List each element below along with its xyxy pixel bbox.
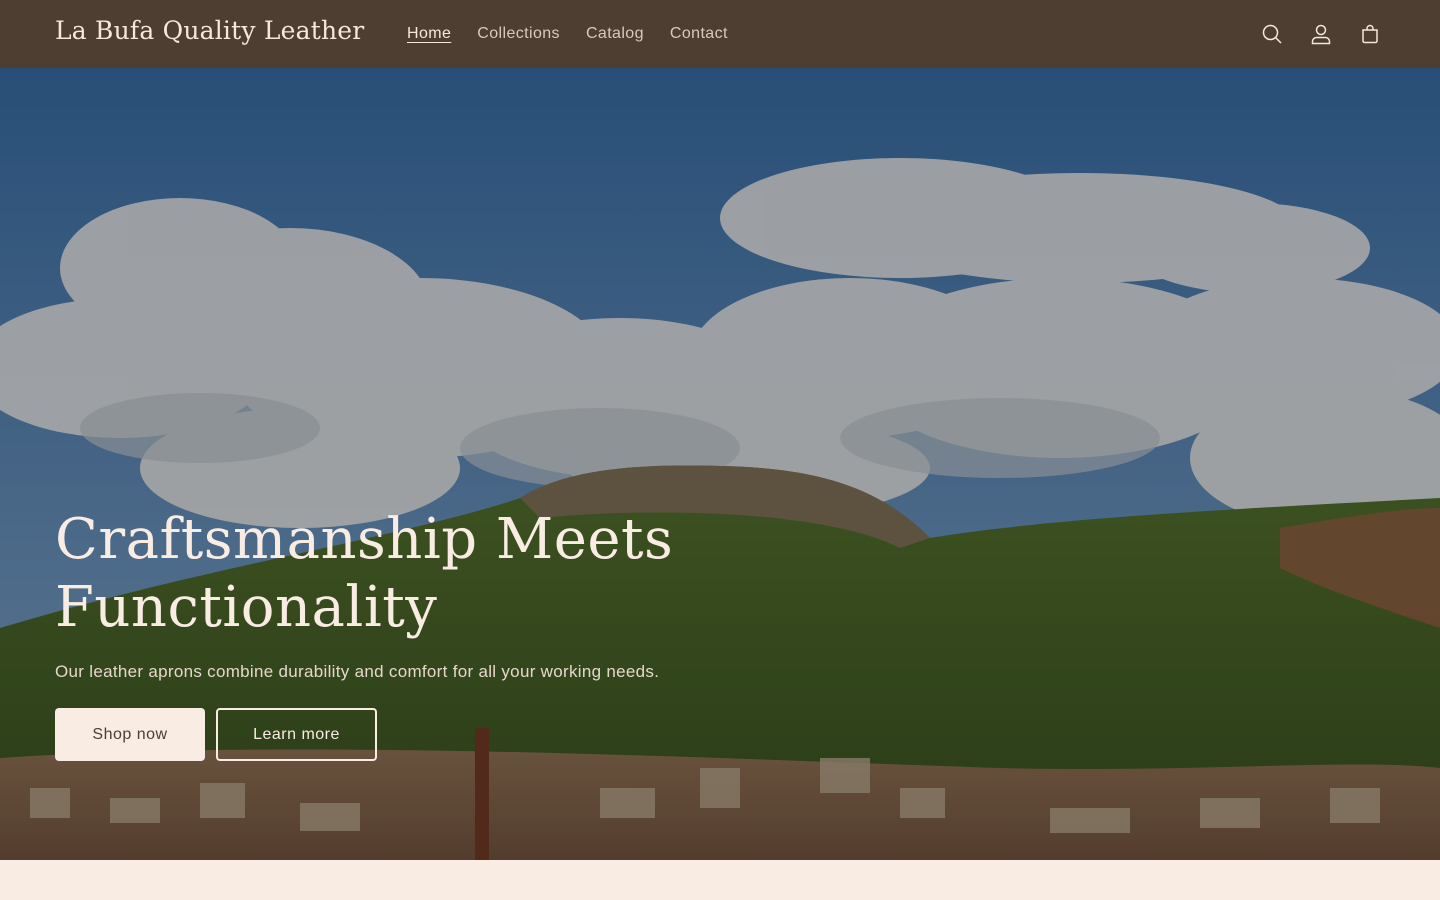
account-icon xyxy=(1311,24,1331,45)
site-header: La Bufa Quality Leather Home Collections… xyxy=(0,0,1440,68)
next-section xyxy=(0,860,1440,900)
cart-button[interactable] xyxy=(1348,12,1392,56)
hero-title-line1: Craftsmanship Meets xyxy=(55,507,674,572)
cart-icon xyxy=(1362,24,1378,44)
header-icons xyxy=(1250,12,1392,56)
hero-title-line2: Functionality xyxy=(55,575,438,640)
hero-title: Craftsmanship Meets Functionality xyxy=(55,506,875,642)
site-logo[interactable]: La Bufa Quality Leather xyxy=(55,16,364,45)
hero-buttons: Shop now Learn more xyxy=(55,708,875,761)
learn-more-button[interactable]: Learn more xyxy=(216,708,377,761)
search-button[interactable] xyxy=(1250,12,1294,56)
account-button[interactable] xyxy=(1299,12,1343,56)
nav-item-catalog[interactable]: Catalog xyxy=(573,25,657,43)
hero-banner: Craftsmanship Meets Functionality Our le… xyxy=(0,68,1440,860)
main-nav: Home Collections Catalog Contact xyxy=(394,0,741,68)
nav-item-collections[interactable]: Collections xyxy=(464,25,573,43)
nav-item-contact[interactable]: Contact xyxy=(657,25,741,43)
shop-now-button[interactable]: Shop now xyxy=(55,708,205,761)
search-icon xyxy=(1262,24,1282,44)
hero-subtitle: Our leather aprons combine durability an… xyxy=(55,662,660,681)
nav-item-home[interactable]: Home xyxy=(394,25,464,43)
hero-content: Craftsmanship Meets Functionality Our le… xyxy=(55,506,875,761)
